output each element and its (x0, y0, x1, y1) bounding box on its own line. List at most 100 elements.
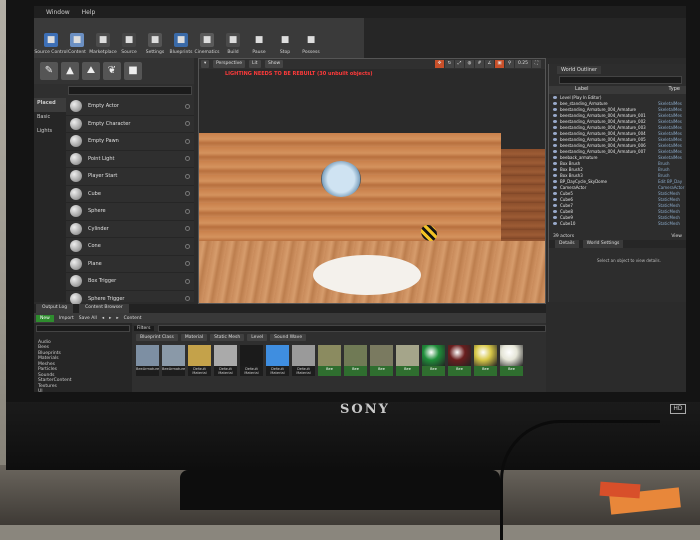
place-mode-icon[interactable]: ✎ (40, 62, 58, 80)
toolbar-content-button[interactable]: ■ Content (64, 19, 90, 55)
outliner-row[interactable]: beestanding_Armature_004_Armature_007 Ske… (549, 148, 686, 154)
outliner-row[interactable]: Cube7 StaticMesh (549, 202, 686, 208)
asset-tile[interactable]: Bee (474, 345, 497, 376)
visibility-eye-icon[interactable] (553, 209, 557, 213)
import-button[interactable]: Import (59, 316, 74, 321)
outliner-row[interactable]: BP_DayCycle_SkyDome Edit BP_Day (549, 178, 686, 184)
place-item[interactable]: Cone (66, 238, 194, 256)
outliner-row[interactable]: Cube10 StaticMesh (549, 220, 686, 226)
filter-chip[interactable]: Material (180, 334, 208, 341)
rotation-snap-icon[interactable]: ∠ (485, 60, 494, 68)
place-item[interactable]: Cube (66, 186, 194, 203)
camera-speed-value[interactable]: 0.25 (515, 60, 531, 68)
toolbar-marketplace-button[interactable]: ■ Marketplace (89, 19, 117, 55)
filter-chip[interactable]: Sound Wave (270, 334, 307, 341)
place-category[interactable]: Basic (34, 112, 66, 126)
asset-tile[interactable]: BeeArmature (136, 345, 159, 376)
outliner-row[interactable]: beestanding_Armature_004_Armature_005 Ske… (549, 136, 686, 142)
scale-snap-icon[interactable]: ▣ (495, 60, 504, 68)
visibility-eye-icon[interactable] (553, 107, 557, 111)
place-item[interactable]: Empty Actor (66, 98, 194, 116)
toolbar-possess-button[interactable]: ■ Possess (298, 19, 324, 55)
place-item[interactable]: Empty Pawn (66, 133, 194, 151)
outliner-row[interactable]: Cube5 StaticMesh (549, 190, 686, 196)
outliner-row[interactable]: bee_standing_Armature SkeletalMes (549, 100, 686, 106)
place-category[interactable] (34, 154, 66, 168)
lit-button[interactable]: Lit (249, 60, 261, 68)
outliner-row[interactable]: Box Brush Brush (549, 160, 686, 166)
place-item[interactable]: Player Start (66, 168, 194, 186)
menu-item-1[interactable]: Help (82, 9, 96, 16)
visibility-eye-icon[interactable] (553, 143, 557, 147)
toolbar-source-control-button[interactable]: ■ Source Control (34, 19, 68, 55)
asset-tile[interactable]: Bee (344, 345, 367, 376)
asset-tile[interactable]: Bee (396, 345, 419, 376)
content-path[interactable]: Content (124, 316, 142, 321)
visibility-eye-icon[interactable] (553, 149, 557, 153)
tab-details[interactable]: Details (555, 240, 579, 248)
visibility-eye-icon[interactable] (553, 167, 557, 171)
asset-tile[interactable]: Default Material (266, 345, 289, 376)
place-item[interactable]: Plane (66, 256, 194, 273)
folder-search-input[interactable] (36, 325, 130, 332)
visibility-eye-icon[interactable] (553, 179, 557, 183)
visibility-eye-icon[interactable] (553, 101, 557, 105)
grid-snap-icon[interactable]: # (475, 60, 484, 68)
asset-tile[interactable]: Default Material (292, 345, 315, 376)
visibility-eye-icon[interactable] (553, 215, 557, 219)
outliner-search-input[interactable] (559, 76, 682, 84)
forward-icon[interactable]: ▸ (109, 316, 111, 321)
show-button[interactable]: Show (265, 60, 284, 68)
scale-icon[interactable]: ⤢ (455, 60, 464, 68)
visibility-eye-icon[interactable] (553, 185, 557, 189)
place-category[interactable] (34, 210, 66, 224)
toolbar-cinematics-button[interactable]: ■ Cinematics (194, 19, 220, 55)
outliner-row[interactable]: Cube9 StaticMesh (549, 214, 686, 220)
visibility-eye-icon[interactable] (553, 221, 557, 225)
outliner-row[interactable]: beestanding_Armature_004_Armature Skeleta… (549, 106, 686, 112)
visibility-eye-icon[interactable] (553, 191, 557, 195)
outliner-row[interactable]: beestanding_Armature_004_Armature_006 Ske… (549, 142, 686, 148)
asset-tile[interactable]: BeeArmature (162, 345, 185, 376)
outliner-col-type[interactable]: Type (669, 86, 680, 92)
asset-tile[interactable]: Bee (422, 345, 445, 376)
toolbar-pause-button[interactable]: ■ Pause (246, 19, 272, 55)
filters-button[interactable]: Filters (134, 325, 154, 331)
visibility-eye-icon[interactable] (553, 203, 557, 207)
visibility-eye-icon[interactable] (553, 125, 557, 129)
world-icon[interactable]: ◍ (465, 60, 474, 68)
tab-content-browser[interactable]: Content Browser (79, 304, 129, 313)
place-category[interactable] (34, 224, 66, 238)
outliner-row[interactable]: beestanding_Armature_004_Armature_002 Ske… (549, 118, 686, 124)
translate-icon[interactable]: ✥ (435, 60, 444, 68)
geometry-mode-icon[interactable]: ■ (124, 62, 142, 80)
place-category[interactable] (34, 140, 66, 154)
toolbar-blueprints-button[interactable]: ■ Blueprints (168, 19, 194, 55)
outliner-col-label[interactable]: Label (575, 86, 589, 92)
visibility-eye-icon[interactable] (553, 95, 557, 99)
visibility-eye-icon[interactable] (553, 173, 557, 177)
toolbar-settings-button[interactable]: ■ Settings (142, 19, 168, 55)
place-category[interactable] (34, 238, 66, 252)
visibility-eye-icon[interactable] (553, 119, 557, 123)
place-item[interactable]: Sphere (66, 203, 194, 221)
outliner-row[interactable]: beeback_armature SkeletalMes (549, 154, 686, 160)
tab-output-log[interactable]: Output Log (36, 304, 74, 313)
landscape-mode-icon[interactable]: ⛰ (82, 62, 100, 80)
perspective-button[interactable]: Perspective (213, 60, 246, 68)
new-button[interactable]: New (36, 314, 54, 322)
paint-mode-icon[interactable]: ▲ (61, 62, 79, 80)
visibility-eye-icon[interactable] (553, 131, 557, 135)
outliner-row[interactable]: beestanding_Armature_004_Armature_001 Ske… (549, 112, 686, 118)
view-options-button[interactable]: View (671, 234, 682, 239)
viewport-options-button[interactable]: ▾ (201, 60, 210, 68)
place-category[interactable] (34, 182, 66, 196)
place-category[interactable] (34, 196, 66, 210)
menu-item-0[interactable]: Window (46, 9, 70, 16)
place-item[interactable]: Cylinder (66, 221, 194, 238)
place-category[interactable]: Placed (34, 98, 66, 112)
visibility-eye-icon[interactable] (553, 137, 557, 141)
filter-chip[interactable]: Static Mesh (210, 334, 245, 341)
asset-tile[interactable]: Default Material (214, 345, 237, 376)
place-category[interactable]: Lights (34, 126, 66, 140)
